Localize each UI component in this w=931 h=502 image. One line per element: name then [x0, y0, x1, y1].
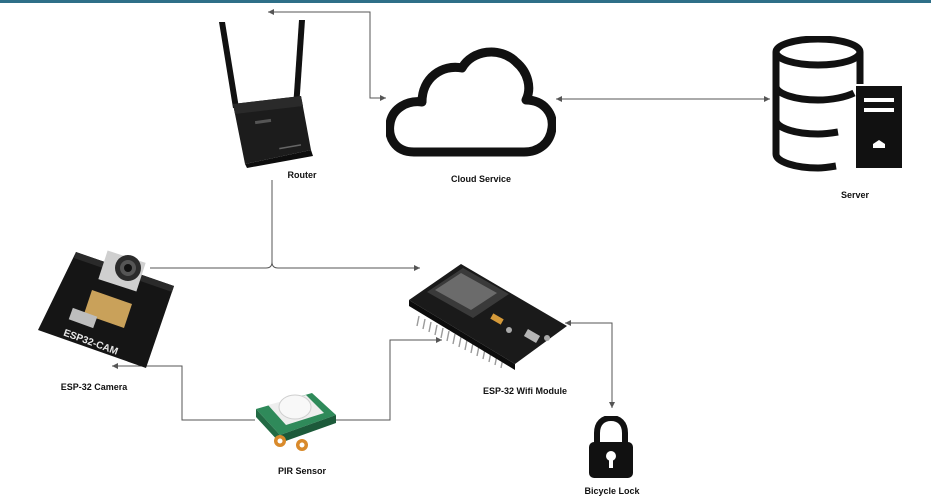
server-label: Server [840, 190, 870, 200]
esp32-camera-label: ESP-32 Camera [60, 382, 128, 392]
bicycle-lock-icon [589, 416, 633, 478]
pir-sensor-icon [256, 393, 336, 451]
bicycle-lock-label: Bicycle Lock [584, 486, 640, 496]
server-icon [772, 36, 902, 172]
router-label: Router [287, 170, 317, 180]
link-wifi-lock [565, 320, 615, 408]
esp32-wifi-module-label: ESP-32 Wifi Module [483, 386, 567, 396]
pir-sensor-label: PIR Sensor [277, 466, 327, 476]
link-junction-wifi [271, 261, 420, 271]
cloud-icon [386, 47, 556, 157]
esp32-wifi-module-icon [409, 264, 567, 370]
link-pir-camera [112, 363, 255, 421]
esp32-camera-icon: ESP32-CAM [38, 250, 174, 368]
cloud-service-label: Cloud Service [450, 174, 512, 184]
router-icon [219, 20, 313, 168]
